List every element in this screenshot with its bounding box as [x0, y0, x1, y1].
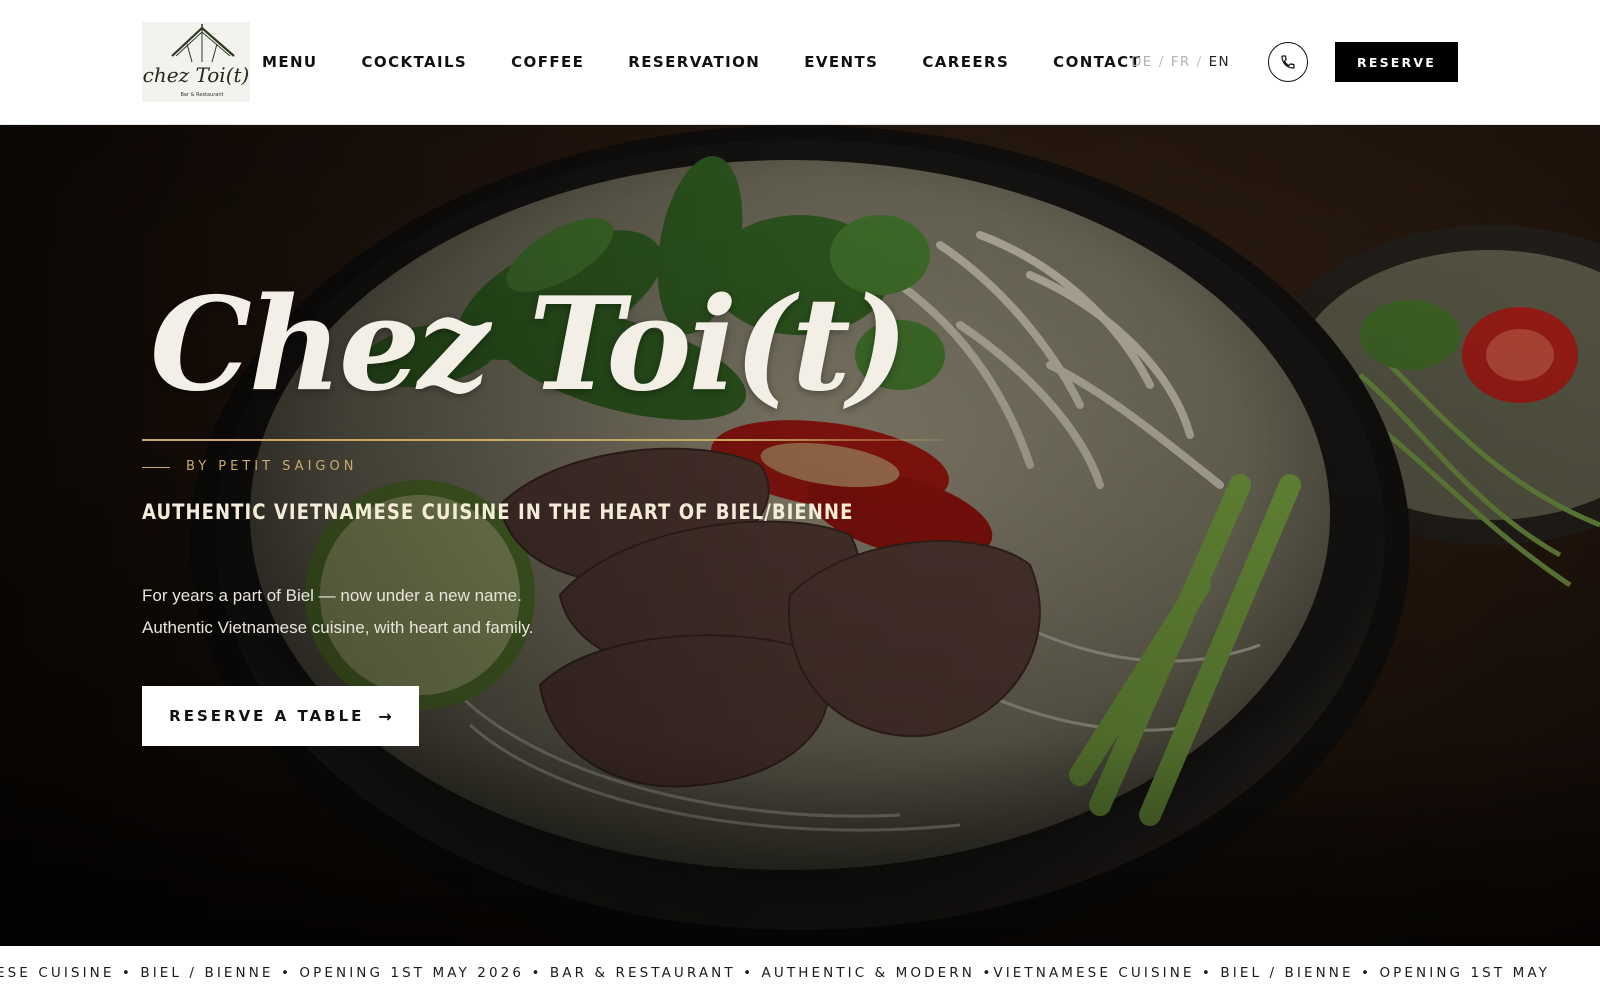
- svg-text:Bar & Restaurant: Bar & Restaurant: [180, 92, 223, 98]
- description-line-1: For years a part of Biel — now under a n…: [142, 586, 522, 605]
- nav-reservation[interactable]: RESERVATION: [628, 50, 760, 74]
- nav-cocktails[interactable]: COCKTAILS: [362, 50, 468, 74]
- language-switcher: DE / FR / EN: [1131, 50, 1230, 74]
- hero-description: For years a part of Biel — now under a n…: [142, 580, 534, 644]
- lang-en[interactable]: EN: [1209, 54, 1230, 70]
- description-line-2: Authentic Vietnamese cuisine, with heart…: [142, 618, 534, 637]
- lang-separator: /: [1196, 54, 1203, 70]
- hero-title: Chez Toi(t): [150, 270, 908, 420]
- reserve-button[interactable]: RESERVE: [1335, 42, 1458, 82]
- site-header: chez Toi(t) Bar & Restaurant MENU COCKTA…: [0, 0, 1600, 125]
- reserve-table-button[interactable]: RESERVE A TABLE →: [142, 686, 419, 746]
- hero-section: Chez Toi(t) BY PETIT SAIGON AUTHENTIC VI…: [0, 125, 1600, 946]
- byline-dash: [142, 466, 170, 468]
- nav-menu[interactable]: MENU: [262, 50, 318, 74]
- lang-de[interactable]: DE: [1131, 54, 1153, 70]
- marquee-ticker: ESE CUISINE • BIEL / BIENNE • OPENING 1S…: [0, 946, 1600, 1000]
- logo[interactable]: chez Toi(t) Bar & Restaurant: [142, 22, 250, 102]
- svg-text:chez Toi(t): chez Toi(t): [143, 63, 250, 87]
- nav-contact[interactable]: CONTACT: [1053, 50, 1141, 74]
- phone-icon: [1281, 55, 1295, 69]
- logo-roof-icon: chez Toi(t) Bar & Restaurant: [143, 24, 250, 98]
- nav-events[interactable]: EVENTS: [804, 50, 878, 74]
- hero-tagline: AUTHENTIC VIETNAMESE CUISINE IN THE HEAR…: [142, 500, 854, 524]
- title-divider: [142, 439, 942, 441]
- lang-separator: /: [1158, 54, 1165, 70]
- main-nav: MENU COCKTAILS COFFEE RESERVATION EVENTS…: [262, 50, 1141, 74]
- nav-coffee[interactable]: COFFEE: [511, 50, 584, 74]
- arrow-right-icon: →: [378, 706, 392, 726]
- pho-bowl-image: [0, 125, 1600, 946]
- lang-fr[interactable]: FR: [1171, 54, 1191, 70]
- byline-text: BY PETIT SAIGON: [186, 459, 358, 474]
- nav-careers[interactable]: CAREERS: [922, 50, 1009, 74]
- phone-button[interactable]: [1268, 42, 1308, 82]
- reserve-table-label: RESERVE A TABLE: [169, 707, 365, 725]
- byline: BY PETIT SAIGON: [142, 458, 357, 476]
- ticker-text: ESE CUISINE • BIEL / BIENNE • OPENING 1S…: [0, 965, 1550, 981]
